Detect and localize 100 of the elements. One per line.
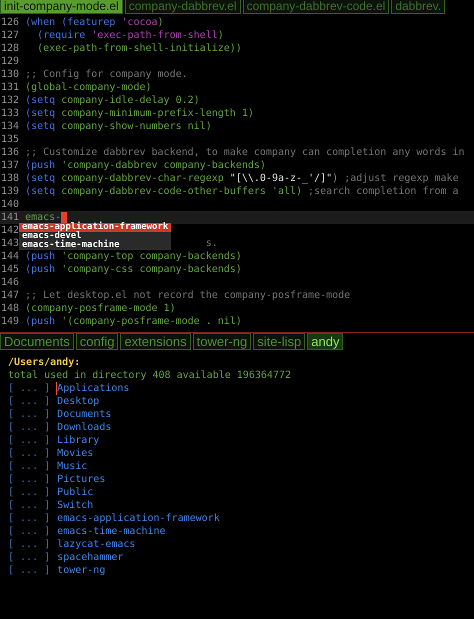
- folder-name[interactable]: Library: [56, 434, 100, 447]
- line-number: 147: [1, 289, 20, 302]
- line-number: 139: [1, 185, 20, 198]
- completion-item[interactable]: emacs-devel: [19, 232, 172, 241]
- folder-name[interactable]: emacs-application-framework: [56, 512, 220, 525]
- code-text: (setq: [25, 94, 56, 107]
- code-text: (setq: [25, 185, 56, 198]
- buffer-tab[interactable]: site-lisp: [253, 333, 306, 350]
- line-number: 140: [1, 198, 20, 211]
- code-text: (company-posframe-mode 1): [25, 302, 176, 315]
- file-marker: [ ... ]: [8, 382, 50, 395]
- code-text: (setq: [25, 107, 56, 120]
- line-number: 138: [1, 172, 20, 185]
- file-marker: [ ... ]: [8, 460, 50, 473]
- line-number: 129: [1, 55, 20, 68]
- code-text: ): [332, 172, 338, 185]
- completion-item[interactable]: emacs-application-framework: [19, 223, 172, 232]
- code-text: ;; Config for company mode.: [25, 68, 188, 81]
- file-marker: [ ... ]: [8, 421, 50, 434]
- buffer-tab[interactable]: Documents: [0, 333, 74, 350]
- line-number: 145: [1, 263, 20, 276]
- line-number: 135: [1, 133, 20, 146]
- code-text: (push: [25, 263, 56, 276]
- code-text: (push: [25, 159, 56, 172]
- code-text: (when (featurep: [25, 16, 116, 29]
- code-text: 'exec-path-from-shell: [90, 29, 218, 42]
- folder-name[interactable]: Pictures: [56, 473, 106, 486]
- code-text: company-dabbrev-char-regexp: [60, 172, 225, 185]
- folder-name[interactable]: Downloads: [56, 421, 112, 434]
- code-text: (push: [25, 250, 56, 263]
- buffer-tab[interactable]: andy: [307, 333, 344, 350]
- code-text: 'company-css company-backends): [60, 263, 242, 276]
- file-marker: [ ... ]: [8, 447, 50, 460]
- code-text: ;search completion from a: [307, 185, 459, 198]
- folder-name[interactable]: Documents: [56, 408, 112, 421]
- line-number: 141: [1, 211, 20, 224]
- code-text: (global-company-mode): [25, 81, 152, 94]
- buffer-tab[interactable]: tower-ng: [192, 333, 252, 350]
- folder-name[interactable]: emacs-time-machine: [56, 525, 166, 538]
- code-text: (setq: [25, 120, 56, 133]
- code-text: emacs-: [25, 211, 62, 223]
- file-marker: [ ... ]: [8, 434, 50, 447]
- editor-tab[interactable]: init-company-mode.el: [0, 0, 123, 14]
- line-number: 146: [1, 276, 20, 289]
- code-text: 'company-dabbrev company-backends): [60, 159, 266, 172]
- directory-path: /Users/andy:: [8, 356, 82, 369]
- file-marker: [ ... ]: [8, 499, 50, 512]
- code-text: company-dabbrev-code-other-buffers 'all): [60, 185, 302, 198]
- editor-tab[interactable]: company-dabbrev-code.el: [242, 0, 390, 14]
- folder-name[interactable]: Applications: [56, 382, 130, 395]
- folder-name[interactable]: Desktop: [56, 395, 100, 408]
- folder-name[interactable]: Switch: [56, 499, 94, 512]
- line-number: 131: [1, 81, 20, 94]
- line-number: 149: [1, 315, 20, 328]
- file-marker: [ ... ]: [8, 512, 50, 525]
- code-text: company-minimum-prefix-length 1): [60, 107, 254, 120]
- code-text: company-show-numbers nil): [60, 120, 212, 133]
- folder-name[interactable]: lazycat-emacs: [56, 538, 136, 551]
- code-text: ;; Let desktop.el not record the company-posframe-mode: [25, 289, 350, 302]
- file-marker: [ ... ]: [8, 486, 50, 499]
- file-marker: [ ... ]: [8, 564, 50, 577]
- folder-name[interactable]: tower-ng: [56, 564, 106, 577]
- code-text: (require: [36, 29, 86, 42]
- file-marker: [ ... ]: [8, 473, 50, 486]
- code-text: 'company-top company-backends): [60, 250, 242, 263]
- file-marker: [ ... ]: [8, 525, 50, 538]
- line-number: 144: [1, 250, 20, 263]
- editor-tab[interactable]: company-dabbrev.el: [124, 0, 241, 14]
- code-text: ;; Customize dabbrev backend, to make company can completion any words in: [25, 146, 465, 159]
- code-text: ): [158, 16, 164, 29]
- code-text: 'cocoa: [120, 16, 158, 29]
- code-text: "[\\.0-9a-z-_'/]": [230, 172, 332, 185]
- file-marker: [ ... ]: [8, 395, 50, 408]
- line-number: 126: [1, 16, 20, 29]
- buffer-tab[interactable]: config: [76, 333, 118, 350]
- text-cursor: [61, 212, 68, 224]
- code-text: (exec-path-from-shell-initialize)): [36, 42, 242, 55]
- directory-summary: total used in directory 408 available 196364772: [8, 369, 292, 382]
- buffer-tab[interactable]: extensions: [120, 333, 191, 350]
- code-text: company-idle-delay 0.2): [60, 94, 200, 107]
- code-text: ): [218, 29, 224, 42]
- line-number: 128: [1, 42, 20, 55]
- line-number: 133: [1, 107, 20, 120]
- line-number: 127: [1, 29, 20, 42]
- editor-tab[interactable]: dabbrev.: [391, 0, 446, 14]
- file-marker: [ ... ]: [8, 408, 50, 421]
- folder-name[interactable]: Music: [56, 460, 88, 473]
- file-marker: [ ... ]: [8, 551, 50, 564]
- code-text: ;adjust regexp make: [343, 172, 459, 185]
- code-text: s.: [206, 237, 218, 250]
- folder-name[interactable]: Public: [56, 486, 94, 499]
- line-number: 137: [1, 159, 20, 172]
- line-number: 132: [1, 94, 20, 107]
- completion-item[interactable]: emacs-time-machine: [19, 241, 172, 250]
- line-number: 148: [1, 302, 20, 315]
- folder-name[interactable]: spacehammer: [56, 551, 124, 564]
- code-text: (setq: [25, 172, 56, 185]
- file-marker: [ ... ]: [8, 538, 50, 551]
- code-text: '(company-posframe-mode . nil): [60, 315, 242, 328]
- folder-name[interactable]: Movies: [56, 447, 94, 460]
